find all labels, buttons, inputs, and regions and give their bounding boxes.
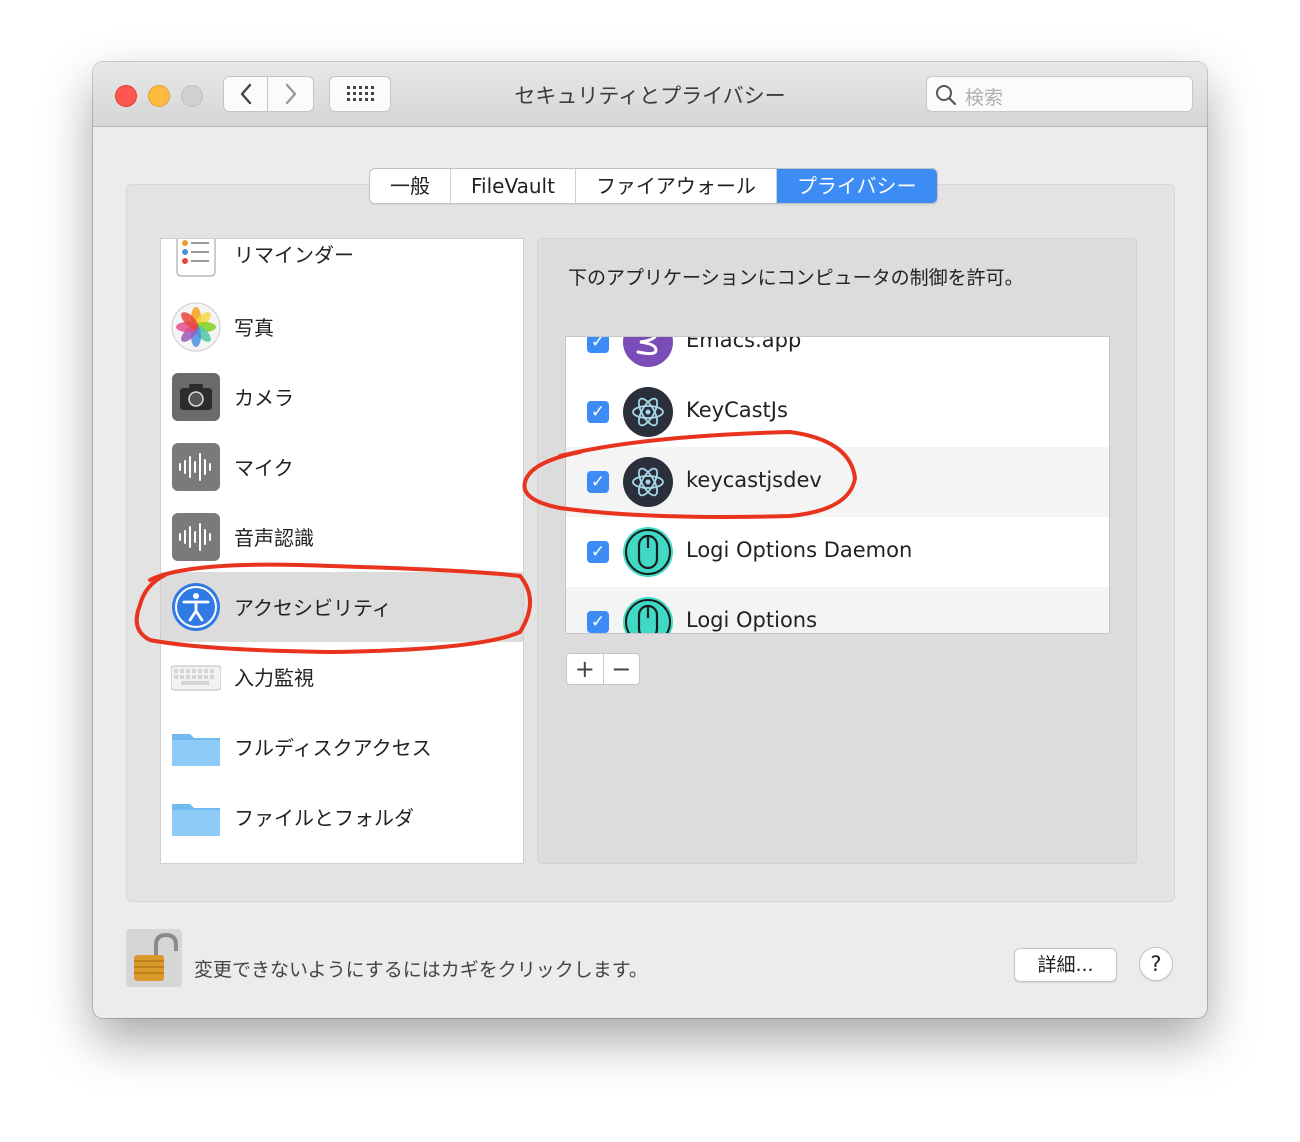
sidebar-item-microphone[interactable]: マイク — [161, 432, 523, 502]
sidebar-item-full-disk-access[interactable]: フルディスクアクセス — [161, 712, 523, 782]
sidebar-item-label: マイク — [234, 456, 294, 480]
sidebar-item-label: リマインダー — [234, 243, 354, 267]
reminders-icon — [176, 239, 216, 277]
tab-firewall[interactable]: ファイアウォール — [576, 169, 777, 203]
electron-icon — [623, 387, 673, 437]
accessibility-icon — [172, 583, 220, 631]
sidebar-item-input-monitoring[interactable]: 入力監視 — [161, 642, 523, 712]
sidebar-item-label: 音声認識 — [234, 526, 314, 550]
privacy-category-list[interactable]: リマインダー 写真 カメラ マイク 音声認識 アクセシビリティ 入力監視 フルデ… — [160, 238, 524, 864]
search-field[interactable]: 検索 — [926, 76, 1193, 112]
keyboard-icon — [171, 665, 221, 691]
app-name: KeyCastJs — [686, 398, 788, 422]
photos-icon — [171, 302, 221, 352]
tab-general[interactable]: 一般 — [370, 169, 451, 203]
sidebar-item-label: 入力監視 — [234, 666, 314, 690]
sidebar-item-accessibility[interactable]: アクセシビリティ — [161, 572, 523, 642]
search-placeholder: 検索 — [965, 87, 1004, 109]
app-checkbox[interactable]: ✓ — [587, 401, 609, 423]
app-row-logi-options-daemon[interactable]: ✓ Logi Options Daemon — [566, 517, 1109, 587]
app-row-keycastjsdev[interactable]: ✓ keycastjsdev — [566, 447, 1109, 517]
app-checkbox[interactable]: ✓ — [587, 541, 609, 563]
electron-icon — [623, 457, 673, 507]
app-list[interactable]: ✓ Emacs.app ✓ KeyCastJs ✓ keycastjsdev ✓… — [565, 336, 1110, 634]
help-button[interactable]: ? — [1139, 947, 1173, 981]
app-name: Logi Options Daemon — [686, 538, 913, 562]
app-checkbox[interactable]: ✓ — [587, 611, 609, 633]
folder-icon — [172, 804, 220, 836]
camera-icon — [172, 373, 220, 421]
sidebar-item-files-and-folders[interactable]: ファイルとフォルダ — [161, 782, 523, 852]
tab-filevault[interactable]: FileVault — [451, 169, 576, 203]
sidebar-item-label: フルディスクアクセス — [234, 736, 432, 760]
app-checkbox[interactable]: ✓ — [587, 337, 609, 353]
app-name: Emacs.app — [686, 336, 802, 352]
add-remove-control: + − — [566, 653, 640, 685]
app-row-keycastjs[interactable]: ✓ KeyCastJs — [566, 377, 1109, 447]
sidebar-item-label: アクセシビリティ — [234, 596, 392, 620]
microphone-icon — [172, 443, 220, 491]
speech-recognition-icon — [172, 513, 220, 561]
sidebar-item-label: カメラ — [234, 386, 294, 410]
tab-bar: 一般 FileVault ファイアウォール プライバシー — [369, 168, 938, 204]
app-row-emacs[interactable]: ✓ Emacs.app — [566, 336, 1109, 377]
sidebar-item-reminders[interactable]: リマインダー — [161, 239, 523, 289]
sidebar-item-speech-recognition[interactable]: 音声認識 — [161, 502, 523, 572]
add-app-button[interactable]: + — [567, 654, 604, 684]
tab-privacy[interactable]: プライバシー — [776, 169, 937, 203]
folder-icon — [172, 734, 220, 766]
accessibility-detail-panel: 下のアプリケーションにコンピュータの制御を許可。 ✓ Emacs.app ✓ K… — [537, 238, 1137, 864]
app-row-logi-options[interactable]: ✓ Logi Options — [566, 587, 1109, 633]
emacs-icon — [623, 337, 673, 367]
panel-description: 下のアプリケーションにコンピュータの制御を許可。 — [568, 267, 1024, 289]
app-name: Logi Options — [686, 608, 818, 632]
sidebar-item-label: 写真 — [234, 316, 274, 340]
logi-mouse-icon — [623, 527, 673, 577]
sidebar-item-camera[interactable]: カメラ — [161, 362, 523, 432]
preferences-window: セキュリティとプライバシー 検索 一般 FileVault ファイアウォール プ… — [93, 62, 1207, 1018]
sidebar-item-photos[interactable]: 写真 — [161, 292, 523, 362]
search-icon — [936, 85, 957, 106]
lock-hint: 変更できないようにするにはカギをクリックします。 — [194, 959, 648, 981]
title-bar: セキュリティとプライバシー 検索 — [93, 62, 1207, 127]
app-name: keycastjsdev — [686, 468, 822, 492]
sidebar-item-label: ファイルとフォルダ — [234, 806, 414, 830]
lock-icon[interactable] — [126, 929, 182, 987]
details-button[interactable]: 詳細... — [1014, 948, 1117, 982]
logi-mouse-icon — [623, 597, 673, 633]
remove-app-button[interactable]: − — [604, 654, 640, 684]
app-checkbox[interactable]: ✓ — [587, 471, 609, 493]
